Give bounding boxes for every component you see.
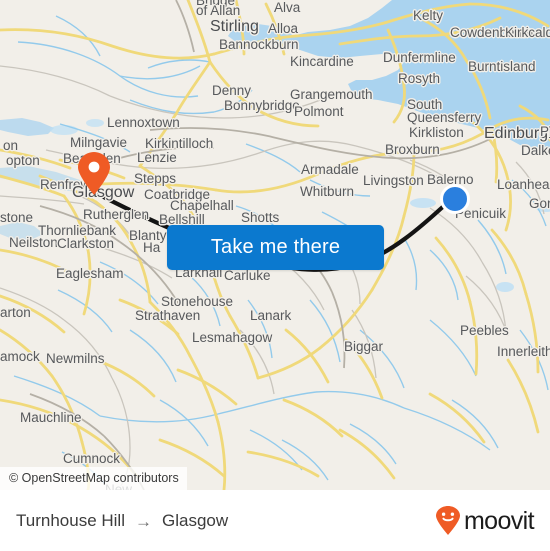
osm-attribution[interactable]: © OpenStreetMap contributors	[0, 467, 187, 490]
take-me-there-button[interactable]: Take me there	[167, 225, 384, 270]
moovit-logo[interactable]: moovit	[435, 506, 535, 536]
footer-bar: Turnhouse Hill → Glasgow moovit	[0, 490, 550, 551]
moovit-pin-icon	[435, 506, 460, 535]
map-pin-icon	[78, 152, 110, 195]
route-destination-label: Glasgow	[161, 511, 229, 530]
destination-marker-dot[interactable]	[440, 184, 470, 214]
moovit-route-card: Bridge of Allan Stirling Alva Alloa Bannockbu…	[0, 0, 550, 551]
arrow-right-icon: →	[134, 511, 152, 531]
route-summary: Turnhouse Hill → Glasgow	[16, 511, 228, 531]
route-origin-label: Turnhouse Hill	[16, 511, 125, 530]
moovit-wordmark: moovit	[463, 506, 535, 535]
map-canvas[interactable]: Bridge of Allan Stirling Alva Alloa Bannockbu…	[0, 0, 550, 490]
origin-marker-pin[interactable]	[77, 152, 111, 196]
